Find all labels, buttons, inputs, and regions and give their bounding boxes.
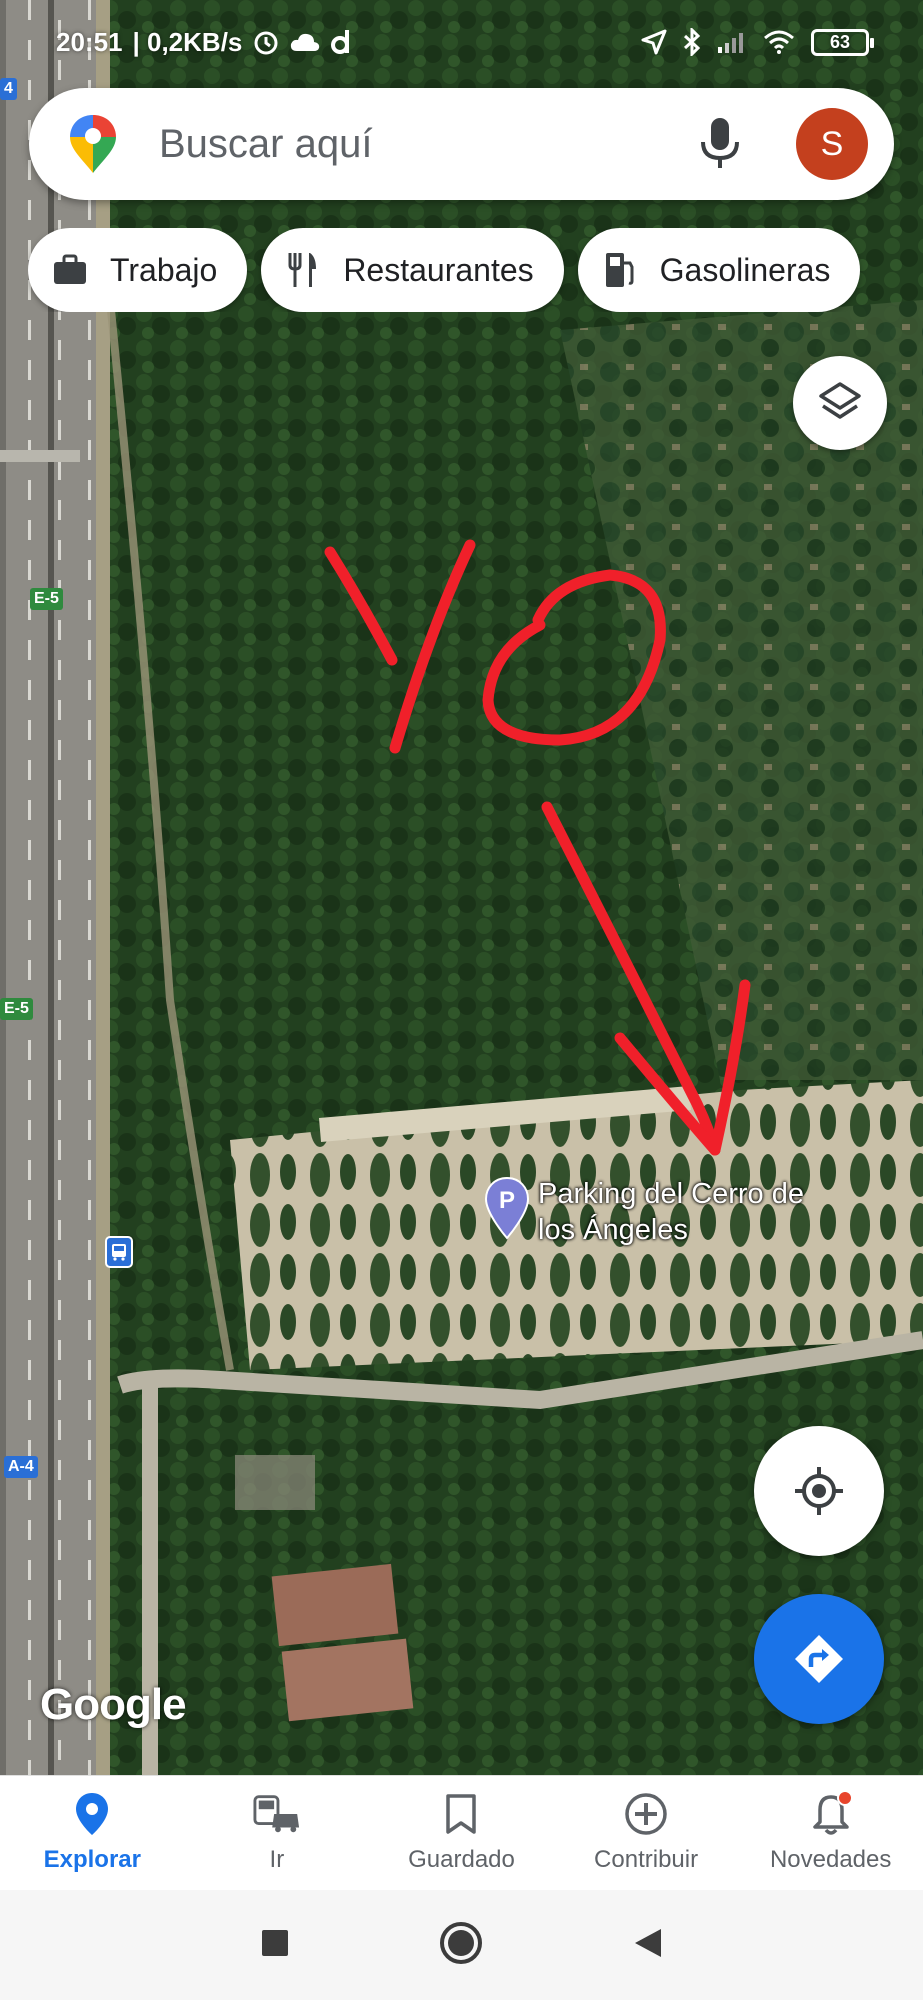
chip-restaurantes[interactable]: Restaurantes (261, 228, 564, 312)
svg-text:P: P (499, 1187, 515, 1214)
circle-icon (439, 1921, 482, 1964)
add-circle-icon (622, 1790, 670, 1838)
layers-button[interactable] (793, 356, 887, 450)
status-bar: 20:51 | 0,2KB/s 63 (0, 0, 923, 84)
bluetooth-icon (683, 28, 701, 56)
category-chips: Trabajo Restaurantes Gasolineras (28, 228, 923, 312)
location-arrow-icon (641, 29, 667, 55)
square-icon (261, 1929, 288, 1956)
bottom-navigation: Explorar Ir Guardado Contribuir Novedade… (0, 1775, 923, 1890)
parking-pin-icon: P (484, 1176, 530, 1240)
nav-label: Novedades (769, 1846, 892, 1873)
road-shield: E-5 (0, 998, 33, 1020)
chip-gasolineras[interactable]: Gasolineras (577, 228, 861, 312)
chip-label: Gasolineras (659, 251, 831, 288)
cloud-icon (290, 32, 320, 52)
chip-label: Restaurantes (343, 251, 534, 288)
search-input[interactable]: Buscar aquí (159, 122, 698, 167)
briefcase-icon (50, 250, 90, 290)
nav-explorar[interactable]: Explorar (0, 1776, 185, 1890)
clock: 20:51 (56, 26, 123, 57)
battery-indicator: 63 (811, 28, 874, 56)
directions-button[interactable] (754, 1594, 884, 1724)
alarm-icon (252, 28, 280, 56)
fork-knife-icon (283, 250, 323, 290)
app-notification-icon (330, 28, 352, 56)
nav-ir[interactable]: Ir (185, 1776, 370, 1890)
crosshair-icon (795, 1467, 843, 1515)
avatar[interactable]: S (796, 108, 868, 180)
road-shield: E-5 (30, 588, 63, 610)
google-maps-logo-icon (70, 115, 116, 173)
layers-icon (819, 382, 861, 419)
gas-station-icon (600, 250, 640, 290)
notification-dot (836, 1790, 853, 1806)
back-button[interactable] (633, 1927, 663, 1964)
bookmark-icon (437, 1790, 485, 1838)
my-location-button[interactable] (754, 1426, 884, 1556)
wifi-icon (763, 30, 795, 54)
commute-icon (253, 1790, 301, 1838)
nav-label: Ir (269, 1846, 285, 1873)
network-speed: | 0,2KB/s (132, 26, 243, 57)
nav-guardado[interactable]: Guardado (369, 1776, 554, 1890)
system-navigation-bar (0, 1890, 923, 2000)
explore-pin-icon (68, 1790, 116, 1838)
search-bar[interactable]: Buscar aquí S (29, 88, 894, 200)
google-attribution: Google (40, 1680, 187, 1729)
place-marker[interactable]: P Parking del Cerro de los Ángeles (484, 1176, 828, 1248)
nav-label: Explorar (43, 1846, 141, 1873)
place-label: Parking del Cerro de los Ángeles (538, 1178, 804, 1246)
home-button[interactable] (439, 1921, 483, 1970)
nav-label: Contribuir (594, 1846, 699, 1873)
chip-label: Trabajo (110, 251, 218, 288)
nav-novedades[interactable]: Novedades (738, 1776, 923, 1890)
signal-icon (717, 31, 747, 53)
directions-icon (795, 1635, 843, 1683)
road-shield: A-4 (4, 1456, 38, 1478)
microphone-icon[interactable] (698, 116, 742, 172)
bell-icon (807, 1790, 855, 1838)
back-triangle-icon (634, 1928, 661, 1957)
recents-button[interactable] (261, 1929, 289, 1962)
bus-stop-icon[interactable] (105, 1236, 133, 1268)
nav-label: Guardado (408, 1846, 515, 1873)
chip-trabajo[interactable]: Trabajo (28, 228, 248, 312)
nav-contribuir[interactable]: Contribuir (554, 1776, 739, 1890)
